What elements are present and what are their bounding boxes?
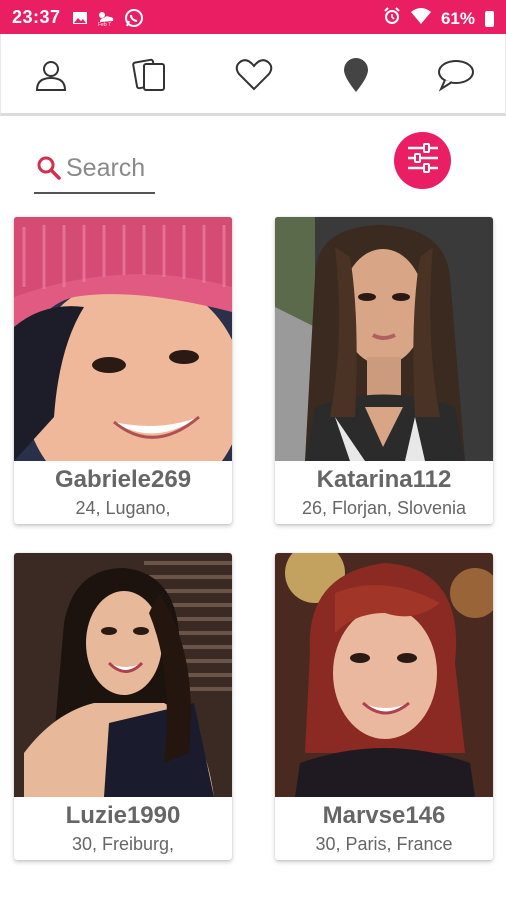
notification-icons: Feb 7 xyxy=(72,8,144,33)
profile-photo xyxy=(14,217,232,461)
nav-messages[interactable] xyxy=(436,58,476,96)
profile-meta: 26, Florjan, Slovenia xyxy=(301,498,467,518)
chat-icon xyxy=(436,58,476,97)
status-time: 23:37 xyxy=(12,7,61,27)
profile-card[interactable]: Katarina112 26, Florjan, Slovenia xyxy=(275,217,493,524)
profile-name: Luzie1990 xyxy=(65,802,181,829)
top-nav xyxy=(0,34,506,116)
nav-nearby[interactable] xyxy=(336,57,376,98)
battery-icon xyxy=(485,10,494,27)
profile-card[interactable]: Marvse146 30, Paris, France xyxy=(275,553,493,860)
profile-icon xyxy=(33,57,69,98)
nav-cards[interactable] xyxy=(131,58,171,96)
filter-button[interactable] xyxy=(394,132,451,189)
profile-photo xyxy=(275,553,493,797)
battery-percent: 61% xyxy=(440,8,475,28)
search-bar xyxy=(34,148,155,194)
search-input[interactable] xyxy=(66,152,154,184)
profile-name: Katarina112 xyxy=(316,466,452,493)
system-icons: 61% xyxy=(383,7,494,30)
status-bar: 23:37 Feb 7 61% xyxy=(0,0,506,34)
profile-card[interactable]: Gabriele269 24, Lugano, xyxy=(14,217,232,524)
heart-icon xyxy=(235,58,273,97)
profile-meta: 30, Paris, France xyxy=(315,834,453,854)
svg-text:Feb 7: Feb 7 xyxy=(98,22,111,27)
nav-profile[interactable] xyxy=(31,58,71,96)
location-icon xyxy=(342,57,370,98)
profile-meta: 24, Lugano, xyxy=(75,498,171,518)
profile-name: Gabriele269 xyxy=(54,466,192,493)
wifi-icon xyxy=(410,8,431,29)
profile-photo xyxy=(14,553,232,797)
profile-card[interactable]: Luzie1990 30, Freiburg, xyxy=(14,553,232,860)
cards-icon xyxy=(132,56,170,99)
nav-likes[interactable] xyxy=(234,58,274,96)
weather-icon: Feb 7 xyxy=(96,9,116,32)
image-icon xyxy=(72,10,88,31)
whatsapp-icon xyxy=(124,8,144,33)
profile-photo xyxy=(275,217,493,461)
profile-meta: 30, Freiburg, xyxy=(71,834,175,854)
filter-sliders-icon xyxy=(405,142,441,179)
profile-name: Marvse146 xyxy=(322,802,446,829)
alarm-icon xyxy=(383,7,401,30)
